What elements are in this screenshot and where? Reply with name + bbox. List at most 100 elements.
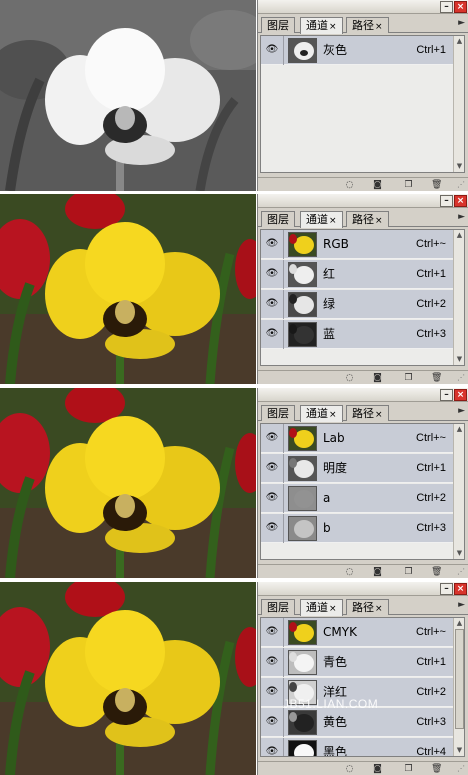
mask-icon[interactable]: ◙ — [372, 180, 383, 190]
channel-name: 红 — [323, 267, 336, 281]
scroll-up-icon[interactable]: ▲ — [455, 425, 464, 434]
channel-row[interactable]: 👁 明度 Ctrl+1 — [261, 454, 454, 483]
resize-grip-icon[interactable]: ⋰ — [457, 180, 467, 190]
panel-menu-icon[interactable]: ► — [458, 211, 465, 223]
scroll-up-icon[interactable]: ▲ — [455, 619, 464, 628]
eye-icon[interactable]: 👁 — [265, 432, 279, 444]
scroll-up-icon[interactable]: ▲ — [455, 231, 464, 240]
eye-icon[interactable]: 👁 — [265, 298, 279, 310]
close-icon[interactable]: × — [454, 195, 467, 207]
channel-name: RGB — [323, 237, 349, 251]
channel-row[interactable]: 👁 蓝 Ctrl+3 — [261, 320, 454, 349]
eye-icon[interactable]: 👁 — [265, 522, 279, 534]
tab-channels[interactable]: 通道× — [300, 211, 343, 228]
eye-icon[interactable]: 👁 — [265, 716, 279, 728]
panel-menu-icon[interactable]: ► — [458, 405, 465, 417]
minimize-icon[interactable]: – — [440, 583, 453, 595]
channel-thumbnail — [288, 456, 317, 481]
resize-grip-icon[interactable]: ⋰ — [457, 373, 467, 383]
channel-row[interactable]: 👁 CMYK Ctrl+~ — [261, 618, 454, 647]
tab-paths[interactable]: 路径× — [346, 17, 389, 33]
tab-layers[interactable]: 图层 — [261, 17, 295, 33]
divider — [283, 648, 284, 677]
tab-channels[interactable]: 通道× — [300, 405, 343, 422]
tab-layers[interactable]: 图层 — [261, 405, 295, 421]
scrollbar[interactable]: ▲ ▼ — [453, 424, 464, 559]
resize-grip-icon[interactable]: ⋰ — [457, 567, 467, 577]
tab-paths[interactable]: 路径× — [346, 599, 389, 615]
divider — [283, 320, 284, 349]
tab-channels[interactable]: 通道× — [300, 599, 343, 616]
dotted-circle-icon[interactable]: ◌ — [344, 180, 355, 190]
minimize-icon[interactable]: – — [440, 195, 453, 207]
channel-row[interactable]: 👁 RGB Ctrl+~ — [261, 230, 454, 259]
watermark-text: JB51.LIAN.COM — [283, 697, 379, 711]
resize-grip-icon[interactable]: ⋰ — [457, 764, 467, 774]
new-channel-icon[interactable]: ❐ — [403, 764, 414, 774]
new-channel-icon[interactable]: ❐ — [403, 180, 414, 190]
panel-titlebar[interactable]: – × — [258, 388, 468, 402]
scroll-down-icon[interactable]: ▼ — [455, 162, 464, 171]
dotted-circle-icon[interactable]: ◌ — [344, 764, 355, 774]
trash-icon[interactable]: 🗑 — [431, 567, 442, 577]
channel-name: Lab — [323, 431, 345, 445]
panel-menu-icon[interactable]: ► — [458, 17, 465, 29]
scroll-down-icon[interactable]: ▼ — [455, 355, 464, 364]
channel-row[interactable]: 👁 黑色 Ctrl+4 — [261, 738, 454, 756]
eye-icon[interactable]: 👁 — [265, 328, 279, 340]
panel-menu-icon[interactable]: ► — [458, 599, 465, 611]
eye-icon[interactable]: 👁 — [265, 462, 279, 474]
tab-channels[interactable]: 通道× — [300, 17, 343, 34]
eye-icon[interactable]: 👁 — [265, 626, 279, 638]
channel-row[interactable]: 👁 Lab Ctrl+~ — [261, 424, 454, 453]
trash-icon[interactable]: 🗑 — [431, 764, 442, 774]
eye-icon[interactable]: 👁 — [265, 268, 279, 280]
panel-tabs: 图层 通道× 路径× ► — [258, 209, 468, 228]
panel-titlebar[interactable]: – × — [258, 0, 468, 14]
scrollbar-thumb[interactable] — [455, 629, 464, 729]
trash-icon[interactable]: 🗑 — [431, 180, 442, 190]
mask-icon[interactable]: ◙ — [372, 764, 383, 774]
dotted-circle-icon[interactable]: ◌ — [344, 373, 355, 383]
tab-layers[interactable]: 图层 — [261, 211, 295, 227]
channel-row[interactable]: 👁 绿 Ctrl+2 — [261, 290, 454, 319]
mask-icon[interactable]: ◙ — [372, 567, 383, 577]
panel-titlebar[interactable]: – × — [258, 582, 468, 596]
scroll-down-icon[interactable]: ▼ — [455, 549, 464, 558]
minimize-icon[interactable]: – — [440, 389, 453, 401]
close-icon[interactable]: × — [454, 583, 467, 595]
channel-shortcut: Ctrl+1 — [416, 462, 446, 474]
channel-row[interactable]: 👁 灰色 Ctrl+1 — [261, 36, 454, 65]
tab-layers[interactable]: 图层 — [261, 599, 295, 615]
mask-icon[interactable]: ◙ — [372, 373, 383, 383]
channel-row[interactable]: 👁 青色 Ctrl+1 — [261, 648, 454, 677]
channel-row[interactable]: 👁 b Ctrl+3 — [261, 514, 454, 543]
channel-row[interactable]: 👁 黄色 Ctrl+3 — [261, 708, 454, 737]
scrollbar[interactable]: ▲ ▼ — [453, 36, 464, 172]
new-channel-icon[interactable]: ❐ — [403, 373, 414, 383]
scrollbar[interactable]: ▲ ▼ — [453, 618, 464, 756]
channel-row[interactable]: 👁 a Ctrl+2 — [261, 484, 454, 513]
panel-titlebar[interactable]: – × — [258, 194, 468, 208]
minimize-icon[interactable]: – — [440, 1, 453, 13]
eye-icon[interactable]: 👁 — [265, 746, 279, 756]
eye-icon[interactable]: 👁 — [265, 238, 279, 250]
tab-paths[interactable]: 路径× — [346, 211, 389, 227]
eye-icon[interactable]: 👁 — [265, 686, 279, 698]
scrollbar[interactable]: ▲ ▼ — [453, 230, 464, 365]
scroll-down-icon[interactable]: ▼ — [455, 746, 464, 755]
channel-row[interactable]: 👁 红 Ctrl+1 — [261, 260, 454, 289]
eye-icon[interactable]: 👁 — [265, 656, 279, 668]
tab-paths[interactable]: 路径× — [346, 405, 389, 421]
panel-footer: ◌ ◙ ❐ 🗑 ⋰ — [258, 564, 468, 578]
eye-icon[interactable]: 👁 — [265, 492, 279, 504]
close-icon[interactable]: × — [454, 389, 467, 401]
trash-icon[interactable]: 🗑 — [431, 373, 442, 383]
dotted-circle-icon[interactable]: ◌ — [344, 567, 355, 577]
close-icon[interactable]: × — [454, 1, 467, 13]
new-channel-icon[interactable]: ❐ — [403, 567, 414, 577]
channel-thumbnail — [288, 620, 317, 645]
eye-icon[interactable]: 👁 — [265, 44, 279, 56]
channel-name: a — [323, 491, 331, 505]
scroll-up-icon[interactable]: ▲ — [455, 37, 464, 46]
